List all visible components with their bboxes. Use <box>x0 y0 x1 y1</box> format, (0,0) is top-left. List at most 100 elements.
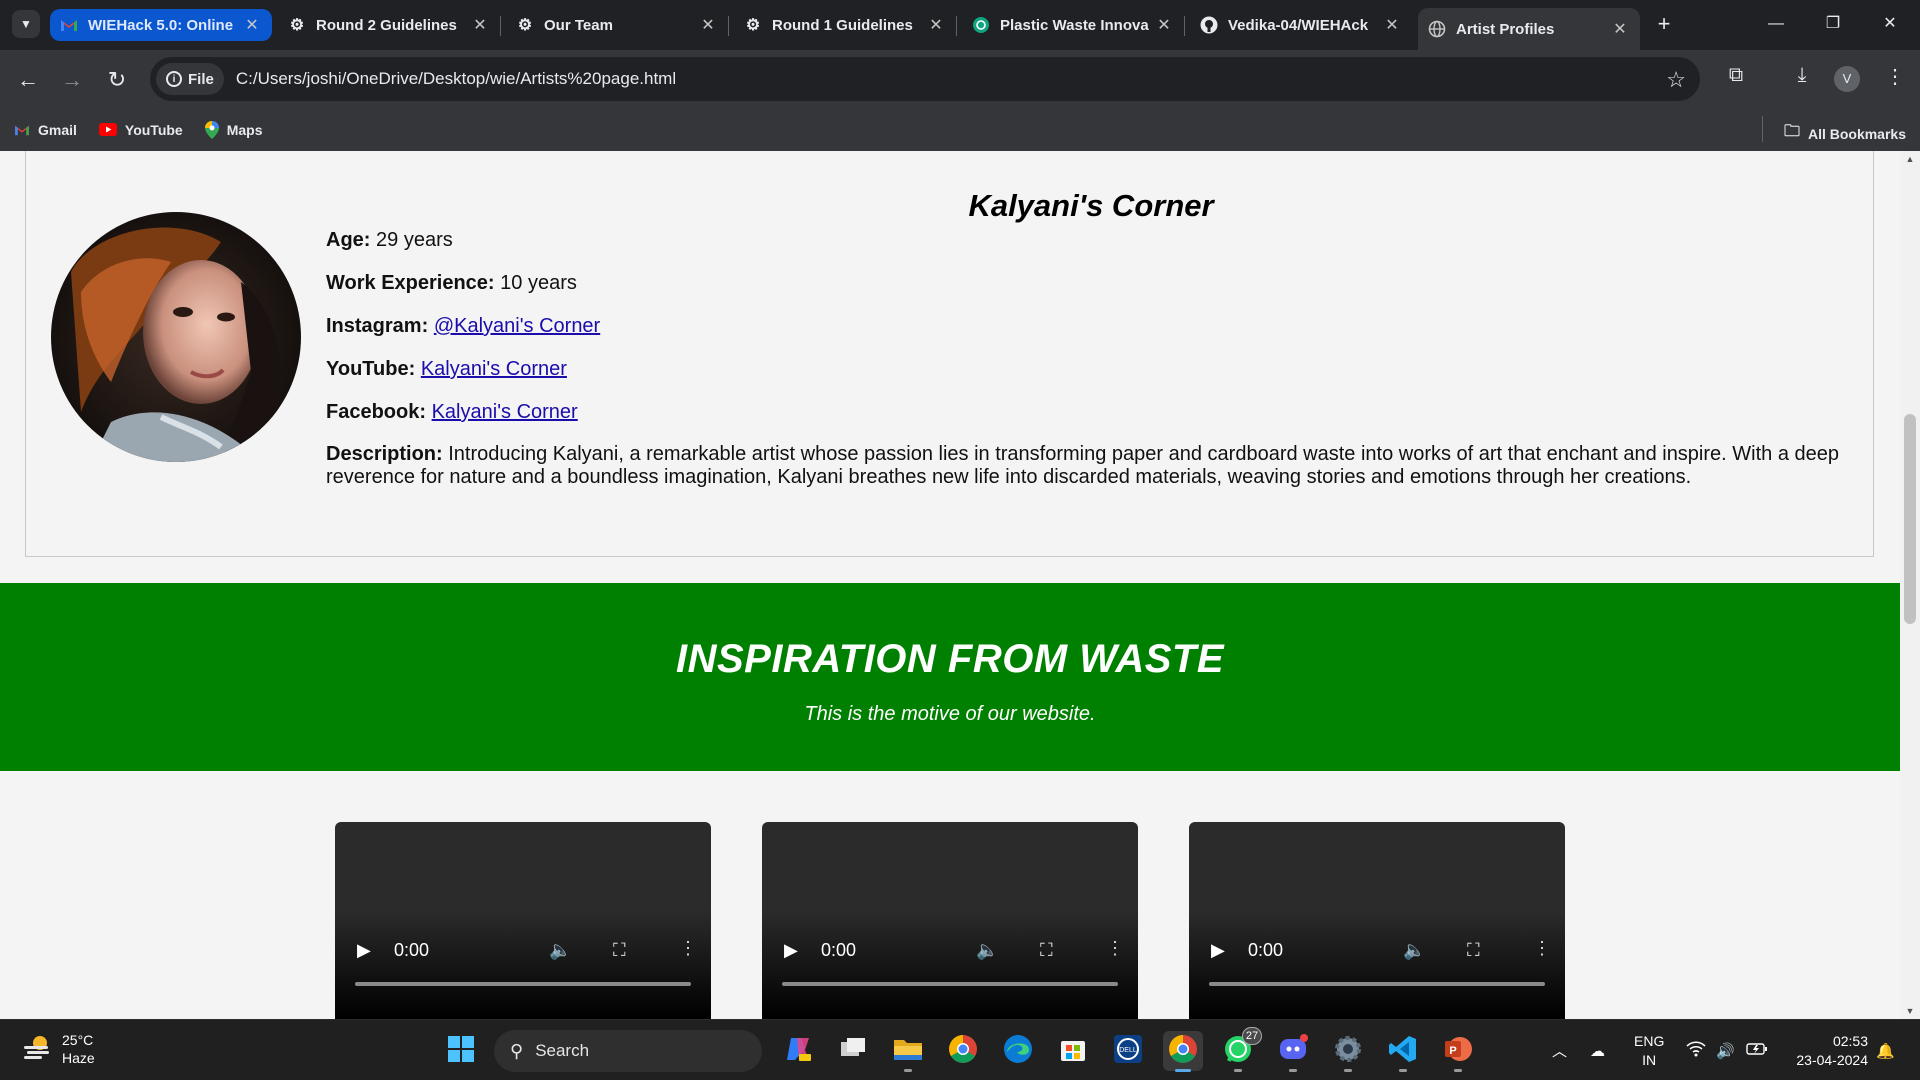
taskbar-dell[interactable]: DELL <box>1108 1031 1148 1071</box>
back-button[interactable]: ← <box>12 64 44 96</box>
profile-avatar[interactable]: V <box>1834 66 1860 92</box>
minimize-button[interactable]: — <box>1756 10 1796 38</box>
taskbar-file-explorer[interactable] <box>888 1031 928 1072</box>
fullscreen-icon[interactable]: ⛶ <box>1040 940 1053 961</box>
tab-round-2-guidelines[interactable]: ⚙ Round 2 Guidelines ✕ <box>278 8 501 42</box>
extensions-icon[interactable]: ⧉ <box>1721 64 1751 87</box>
instagram-link[interactable]: @Kalyani's Corner <box>434 315 600 337</box>
tab-artist-profiles[interactable]: Artist Profiles ✕ <box>1418 8 1640 50</box>
taskbar-search[interactable]: ⚲ Search <box>494 1030 762 1072</box>
vscode-icon <box>1388 1034 1418 1069</box>
taskbar-store[interactable] <box>1053 1031 1093 1071</box>
video-player[interactable]: ▶ 0:00 🔈 ⛶ ⋮ <box>762 822 1138 1019</box>
bookmark-gmail[interactable]: Gmail <box>14 122 77 138</box>
bookmark-star-icon[interactable]: ☆ <box>1666 67 1686 93</box>
discord-icon <box>1278 1033 1308 1069</box>
more-options-icon[interactable]: ⋮ <box>1106 938 1124 959</box>
tab-search-button[interactable]: ▼ <box>12 10 40 38</box>
tab-our-team[interactable]: ⚙ Our Team ✕ <box>506 8 729 42</box>
window-close-button[interactable]: ✕ <box>1870 10 1910 38</box>
download-icon[interactable]: ⤓ <box>1787 64 1817 87</box>
address-bar[interactable]: i File C:/Users/joshi/OneDrive/Desktop/w… <box>150 57 1700 101</box>
bookmark-maps[interactable]: Maps <box>204 120 263 139</box>
taskbar-discord[interactable] <box>1273 1031 1313 1072</box>
taskbar-chrome[interactable] <box>943 1031 983 1071</box>
page-scrollbar[interactable]: ▲ ▼ <box>1900 151 1920 1019</box>
all-bookmarks-button[interactable]: 🗀 All Bookmarks <box>1761 116 1906 147</box>
network-tray[interactable] <box>1686 1020 1706 1080</box>
chevron-up-icon: ︿ <box>1552 1043 1568 1060</box>
taskbar-whatsapp[interactable]: 27 <box>1218 1027 1262 1072</box>
tab-strip: ▼ WIEHack 5.0: Online ✕ ⚙ Round 2 Guidel… <box>0 0 1920 50</box>
menu-icon[interactable]: ⋮ <box>1880 64 1910 89</box>
play-icon[interactable]: ▶ <box>784 940 798 961</box>
youtube-icon <box>98 123 117 136</box>
taskbar-settings[interactable] <box>1328 1031 1368 1072</box>
close-icon[interactable]: ✕ <box>926 15 946 35</box>
task-view-icon <box>839 1036 867 1067</box>
facebook-link[interactable]: Kalyani's Corner <box>432 401 578 423</box>
bookmark-youtube[interactable]: YouTube <box>98 122 183 138</box>
gmail-icon <box>14 124 30 136</box>
video-progress-bar[interactable] <box>1209 982 1545 986</box>
scheme-label: File <box>188 70 214 88</box>
volume-icon[interactable]: 🔈 <box>1403 940 1425 961</box>
volume-icon[interactable]: 🔈 <box>549 940 571 961</box>
windows-icon <box>447 1035 475 1068</box>
tab-plastic-waste[interactable]: Plastic Waste Innova ✕ <box>962 8 1185 42</box>
description-text: Introducing Kalyani, a remarkable artist… <box>326 443 1840 488</box>
scrollbar-thumb[interactable] <box>1904 414 1916 624</box>
forward-button[interactable]: → <box>56 64 88 96</box>
new-tab-button[interactable]: + <box>1650 10 1678 38</box>
volume-tray[interactable]: 🔊 <box>1716 1020 1735 1080</box>
play-icon[interactable]: ▶ <box>357 940 371 961</box>
taskbar-edge[interactable] <box>998 1031 1038 1071</box>
video-progress-bar[interactable] <box>782 982 1118 986</box>
close-icon[interactable]: ✕ <box>1610 19 1630 39</box>
play-icon[interactable]: ▶ <box>1211 940 1225 961</box>
video-progress-bar[interactable] <box>355 982 691 986</box>
tab-github[interactable]: Vedika-04/WIEHAck ✕ <box>1190 8 1412 42</box>
close-icon[interactable]: ✕ <box>470 15 490 35</box>
fullscreen-icon[interactable]: ⛶ <box>613 940 626 961</box>
weather-widget[interactable]: 25°C Haze <box>22 1031 95 1067</box>
taskbar-copilot[interactable] <box>778 1031 818 1071</box>
taskbar-task-view[interactable] <box>833 1031 873 1071</box>
taskbar-powerpoint[interactable]: P <box>1438 1031 1478 1072</box>
url-text[interactable]: C:/Users/joshi/OneDrive/Desktop/wie/Arti… <box>236 69 676 89</box>
video-time: 0:00 <box>821 940 857 960</box>
tab-wiehack[interactable]: WIEHack 5.0: Online ✕ <box>50 9 272 41</box>
scroll-up-arrow[interactable]: ▲ <box>1900 151 1920 167</box>
site-info-chip[interactable]: i File <box>156 63 224 95</box>
video-player[interactable]: ▶ 0:00 🔈 ⛶ ⋮ <box>1189 822 1565 1019</box>
clock[interactable]: 02:53 23-04-2024 <box>1786 1032 1868 1070</box>
experience-value: 10 years <box>500 272 577 294</box>
haze-icon <box>22 1034 52 1065</box>
close-icon[interactable]: ✕ <box>1154 15 1174 35</box>
more-options-icon[interactable]: ⋮ <box>1533 938 1551 959</box>
onedrive-tray[interactable]: ☁ <box>1590 1020 1605 1080</box>
reload-button[interactable]: ↻ <box>101 64 133 96</box>
tab-round-1-guidelines[interactable]: ⚙ Round 1 Guidelines ✕ <box>734 8 957 42</box>
close-icon[interactable]: ✕ <box>698 15 718 35</box>
taskbar-chrome-active[interactable] <box>1163 1031 1203 1072</box>
more-options-icon[interactable]: ⋮ <box>679 938 697 959</box>
language-indicator[interactable]: ENG IN <box>1634 1032 1664 1070</box>
taskbar-vscode[interactable] <box>1383 1031 1423 1072</box>
notifications-button[interactable]: 🔔 <box>1876 1020 1895 1080</box>
restore-button[interactable]: ❐ <box>1813 10 1853 38</box>
fullscreen-icon[interactable]: ⛶ <box>1467 940 1480 961</box>
video-player[interactable]: ▶ 0:00 🔈 ⛶ ⋮ <box>335 822 711 1019</box>
close-icon[interactable]: ✕ <box>1382 15 1402 35</box>
youtube-link[interactable]: Kalyani's Corner <box>421 358 567 380</box>
close-icon[interactable]: ✕ <box>242 15 262 35</box>
tab-title: Vedika-04/WIEHAck <box>1228 16 1369 34</box>
start-button[interactable] <box>441 1031 481 1071</box>
age-value: 29 years <box>376 229 453 251</box>
video-time: 0:00 <box>394 940 430 960</box>
battery-tray[interactable] <box>1746 1020 1768 1080</box>
scroll-down-arrow[interactable]: ▼ <box>1900 1003 1920 1019</box>
volume-icon[interactable]: 🔈 <box>976 940 998 961</box>
artist-details: Age: 29 years Work Experience: 10 years … <box>326 228 1856 489</box>
show-hidden-icons[interactable]: ︿ <box>1552 1020 1567 1080</box>
